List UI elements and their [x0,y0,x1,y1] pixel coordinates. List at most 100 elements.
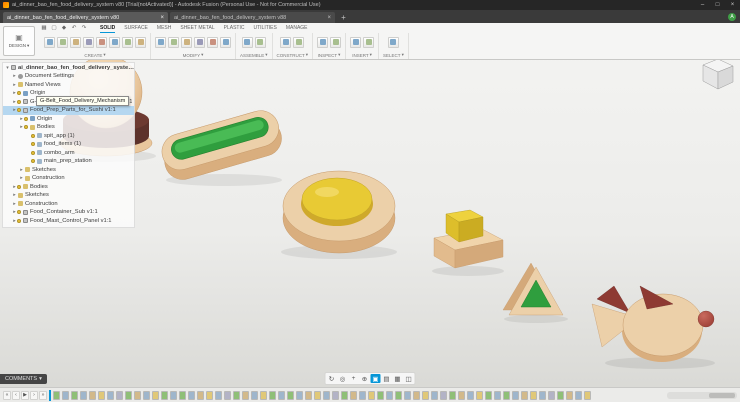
loft-icon[interactable] [109,37,120,48]
ribbon-tab-utilities[interactable]: UTILITIES [253,23,276,33]
timeline-feature-joint[interactable] [116,391,123,400]
create-sketch-icon[interactable] [57,37,68,48]
browser-item[interactable]: ▸Document Settings [3,72,134,81]
timeline-feature-sketch[interactable] [179,391,186,400]
select-tool-icon[interactable] [388,37,399,48]
timeline-feature-sketch[interactable] [161,391,168,400]
extrude-icon[interactable] [70,37,81,48]
timeline-feature-fillet[interactable] [305,391,312,400]
timeline-feature-extrude[interactable] [80,391,87,400]
new-component-icon[interactable] [44,37,55,48]
timeline-feature-sketch[interactable] [287,391,294,400]
timeline-feature-extrude[interactable] [386,391,393,400]
display-settings-icon[interactable]: ▤ [382,374,392,383]
visibility-bulb-icon[interactable] [24,117,28,121]
timeline-feature-component[interactable] [368,391,375,400]
ribbon-tab-surface[interactable]: SURFACE [124,23,148,33]
insert-derive-icon[interactable] [350,37,361,48]
move-copy-icon[interactable] [220,37,231,48]
app-grid-icon[interactable]: ▦ [40,24,48,32]
visibility-bulb-icon[interactable] [24,125,28,129]
visibility-bulb-icon[interactable] [17,108,21,112]
step-forward-icon[interactable]: › [30,391,38,400]
chevron-down-icon[interactable]: ▾ [370,52,372,58]
chevron-down-icon[interactable]: ▾ [402,52,404,58]
close-button[interactable]: × [725,0,740,10]
ribbon-tab-solid[interactable]: SOLID [100,23,115,33]
timeline-feature-component[interactable] [260,391,267,400]
measure-icon[interactable] [317,37,328,48]
timeline-feature-extrude[interactable] [215,391,222,400]
visibility-bulb-icon[interactable] [31,159,35,163]
timeline-feature-extrude[interactable] [359,391,366,400]
expand-caret-icon[interactable]: ▸ [19,175,24,181]
timeline-feature-extrude[interactable] [62,391,69,400]
expand-caret-icon[interactable]: ▾ [5,65,10,71]
chamfer-icon[interactable] [181,37,192,48]
look-at-icon[interactable]: ◎ [338,374,348,383]
file-icon[interactable]: ▢ [50,24,58,32]
timeline-feature-sketch[interactable] [503,391,510,400]
visibility-bulb-icon[interactable] [17,91,21,95]
timeline-scrollbar[interactable] [667,392,737,399]
browser-item[interactable]: main_prep_station [3,157,134,166]
revolve-icon[interactable] [83,37,94,48]
document-tab[interactable]: ai_dinner_bao_fen_food_delivery_system v… [3,12,168,23]
timeline-feature-extrude[interactable] [404,391,411,400]
timeline-feature-fillet[interactable] [566,391,573,400]
timeline-feature-extrude[interactable] [467,391,474,400]
browser-item[interactable]: ▸Bodies [3,123,134,132]
zoom-icon[interactable]: ⊕ [360,374,370,383]
timeline-feature-extrude[interactable] [107,391,114,400]
browser-item[interactable]: ▸Named Views [3,81,134,90]
redo-icon[interactable]: ↷ [80,24,88,32]
save-icon[interactable]: ◆ [60,24,68,32]
comments-bar[interactable]: COMMENTS ▾ [0,374,47,384]
timeline-feature-extrude[interactable] [188,391,195,400]
new-component-assemble-icon[interactable] [242,37,253,48]
browser-root-item[interactable]: ▾ ai_dinner_bao_fen_food_delivery_system… [3,63,134,72]
timeline-position-marker[interactable] [49,390,51,401]
timeline-feature-extrude[interactable] [323,391,330,400]
browser-item[interactable]: ▸Sketches [3,191,134,200]
timeline-feature-extrude[interactable] [431,391,438,400]
sweep-icon[interactable] [96,37,107,48]
grid-and-snaps-icon[interactable]: ▦ [393,374,403,383]
expand-caret-icon[interactable]: ▸ [12,201,17,207]
timeline-feature-fillet[interactable] [134,391,141,400]
fit-icon[interactable]: ▣ [371,374,381,383]
timeline-feature-fillet[interactable] [521,391,528,400]
visibility-bulb-icon[interactable] [31,134,35,138]
timeline-feature-component[interactable] [98,391,105,400]
workspace-selector[interactable]: ▣ DESIGN ▾ [3,26,35,56]
undo-icon[interactable]: ↶ [70,24,78,32]
timeline-feature-component[interactable] [152,391,159,400]
browser-item[interactable]: ▸Origin [3,115,134,124]
press-pull-icon[interactable] [155,37,166,48]
timeline-feature-fillet[interactable] [89,391,96,400]
chevron-down-icon[interactable]: ▾ [306,52,308,58]
timeline-feature-sketch[interactable] [557,391,564,400]
timeline-feature-extrude[interactable] [296,391,303,400]
timeline-feature-extrude[interactable] [539,391,546,400]
timeline-feature-extrude[interactable] [251,391,258,400]
combine-icon[interactable] [207,37,218,48]
timeline-feature-sketch[interactable] [341,391,348,400]
hole-icon[interactable] [122,37,133,48]
timeline-feature-extrude[interactable] [512,391,519,400]
timeline-feature-fillet[interactable] [350,391,357,400]
timeline-feature-component[interactable] [422,391,429,400]
minimize-button[interactable]: – [695,0,710,10]
timeline-feature-component[interactable] [476,391,483,400]
new-tab-button[interactable]: + [337,12,350,23]
timeline-feature-component[interactable] [530,391,537,400]
visibility-bulb-icon[interactable] [17,100,21,104]
browser-item[interactable]: ▸Bodies [3,183,134,192]
timeline-feature-sketch[interactable] [233,391,240,400]
tab-close-icon[interactable]: × [160,15,164,21]
ribbon-tab-mesh[interactable]: MESH [157,23,171,33]
visibility-bulb-icon[interactable] [31,151,35,155]
timeline-feature-extrude[interactable] [278,391,285,400]
chevron-down-icon[interactable]: ▾ [265,52,267,58]
timeline-feature-fillet[interactable] [197,391,204,400]
